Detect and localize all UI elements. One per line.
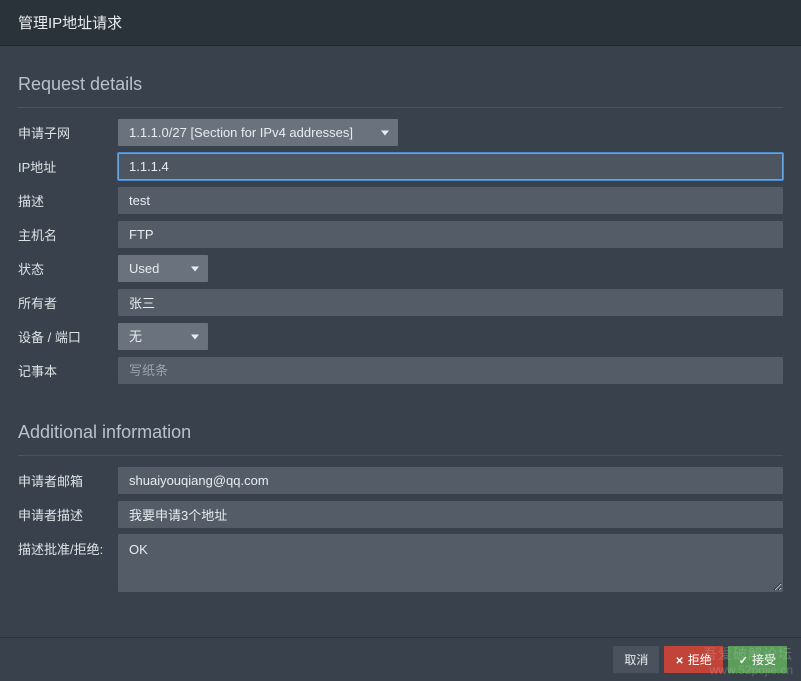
label-state: 状态: [18, 259, 118, 278]
select-wrap-state: Used: [118, 255, 208, 282]
label-approval-desc: 描述批准/拒绝:: [18, 534, 118, 558]
requester-email-input[interactable]: [118, 467, 783, 494]
label-description: 描述: [18, 191, 118, 210]
row-device-port: 设备 / 端口 无: [18, 322, 783, 350]
row-ip: IP地址: [18, 152, 783, 180]
row-requester-email: 申请者邮箱: [18, 466, 783, 494]
section-title-request: Request details: [18, 56, 783, 108]
cancel-button-label: 取消: [624, 651, 648, 668]
label-subnet: 申请子网: [18, 123, 118, 142]
owner-input[interactable]: [118, 289, 783, 316]
ip-input[interactable]: [118, 153, 783, 180]
row-approval-desc: 描述批准/拒绝:: [18, 534, 783, 597]
row-hostname: 主机名: [18, 220, 783, 248]
section-title-additional: Additional information: [18, 390, 783, 456]
hostname-input[interactable]: [118, 221, 783, 248]
dialog-body: Request details 申请子网 1.1.1.0/27 [Section…: [0, 46, 801, 597]
select-wrap-device: 无: [118, 323, 208, 350]
label-requester-email: 申请者邮箱: [18, 471, 118, 490]
row-state: 状态 Used: [18, 254, 783, 282]
dialog-title: 管理IP地址请求: [18, 15, 122, 32]
row-description: 描述: [18, 186, 783, 214]
cancel-button[interactable]: 取消: [613, 646, 659, 673]
note-input[interactable]: [118, 357, 783, 384]
row-note: 记事本: [18, 356, 783, 384]
accept-check-icon: [739, 653, 748, 667]
label-note: 记事本: [18, 361, 118, 380]
row-requester-desc: 申请者描述: [18, 500, 783, 528]
requester-desc-input[interactable]: [118, 501, 783, 528]
row-subnet: 申请子网 1.1.1.0/27 [Section for IPv4 addres…: [18, 118, 783, 146]
dialog-header: 管理IP地址请求: [0, 0, 801, 46]
state-select[interactable]: Used: [118, 255, 208, 282]
reject-x-icon: [675, 653, 683, 667]
description-input[interactable]: [118, 187, 783, 214]
reject-button-label: 拒绝: [688, 651, 712, 668]
accept-button[interactable]: 接受: [728, 646, 787, 673]
row-owner: 所有者: [18, 288, 783, 316]
label-device-port: 设备 / 端口: [18, 327, 118, 346]
reject-button[interactable]: 拒绝: [664, 646, 722, 673]
approval-desc-textarea[interactable]: [118, 534, 783, 592]
label-ip: IP地址: [18, 157, 118, 176]
accept-button-label: 接受: [752, 651, 776, 668]
device-port-select[interactable]: 无: [118, 323, 208, 350]
dialog-footer: 取消 拒绝 接受: [0, 637, 801, 681]
select-wrap-subnet: 1.1.1.0/27 [Section for IPv4 addresses]: [118, 119, 398, 146]
label-requester-desc: 申请者描述: [18, 505, 118, 524]
label-owner: 所有者: [18, 293, 118, 312]
subnet-select[interactable]: 1.1.1.0/27 [Section for IPv4 addresses]: [118, 119, 398, 146]
label-hostname: 主机名: [18, 225, 118, 244]
